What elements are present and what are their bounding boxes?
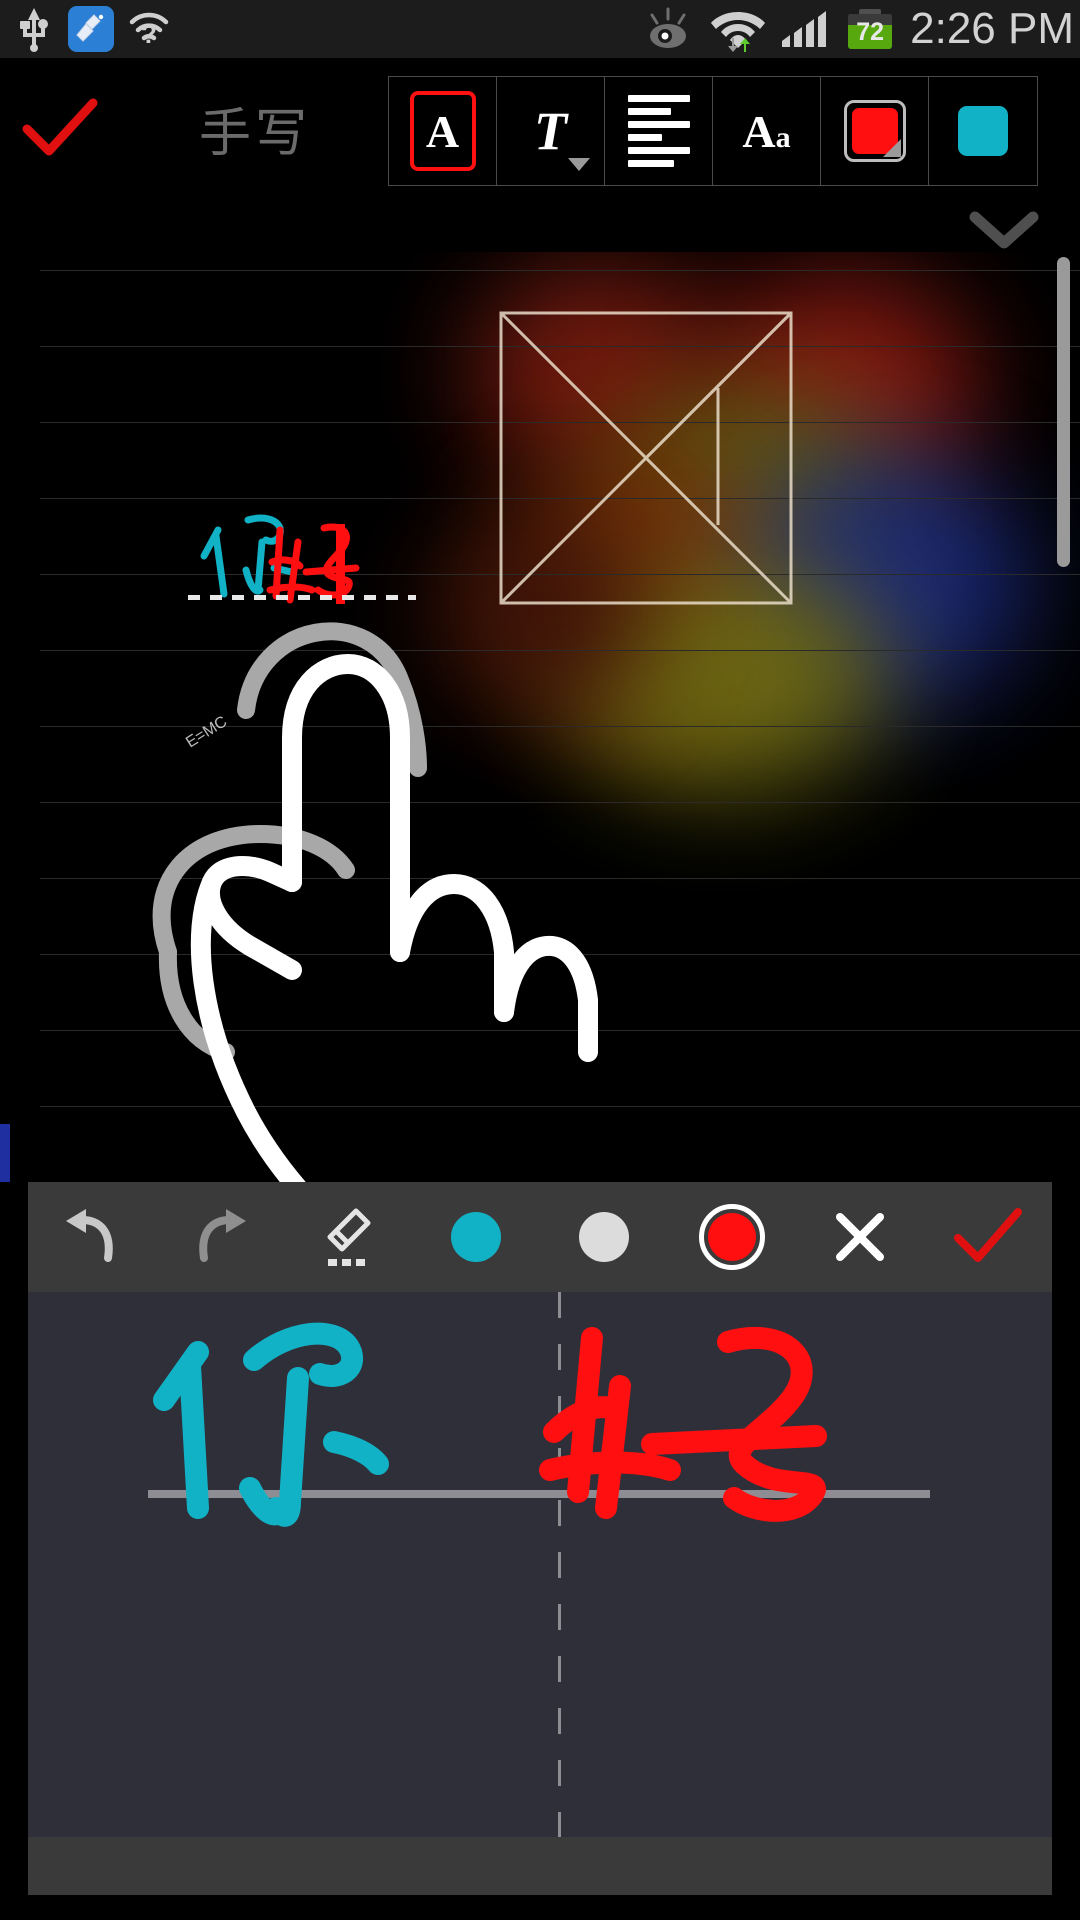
battery-icon: 72 bbox=[848, 9, 893, 49]
font-size-label: Aa bbox=[742, 105, 791, 157]
cleaner-app-icon bbox=[68, 6, 114, 52]
panel-footer bbox=[0, 1837, 1080, 1920]
usb-icon bbox=[20, 8, 48, 52]
svg-text:?: ? bbox=[141, 19, 157, 49]
eraser-button[interactable] bbox=[284, 1182, 412, 1292]
handwriting-stroke-ni bbox=[153, 1322, 389, 1527]
collapse-toolbar-button[interactable] bbox=[964, 200, 1044, 260]
panel-footer-bar bbox=[28, 1837, 1052, 1895]
confirm-button[interactable] bbox=[0, 97, 120, 159]
text-format-label: T bbox=[534, 101, 567, 161]
wifi-question-icon: ? bbox=[129, 12, 169, 49]
color-dot-icon bbox=[579, 1212, 629, 1262]
text-align-button[interactable] bbox=[605, 77, 713, 185]
text-style-label: A bbox=[409, 91, 476, 171]
handwriting-pad[interactable] bbox=[28, 1292, 1052, 1837]
tiny-annotation-text: E=MC bbox=[183, 713, 230, 751]
done-button[interactable] bbox=[924, 1182, 1052, 1292]
text-style-button[interactable]: A bbox=[389, 77, 497, 185]
page-marker bbox=[0, 1124, 10, 1182]
smart-stay-eye-icon bbox=[650, 7, 687, 48]
dropdown-corner-icon bbox=[882, 139, 901, 157]
handwriting-toolbar bbox=[28, 1182, 1052, 1292]
align-left-icon bbox=[627, 95, 690, 167]
chevron-down-icon bbox=[969, 211, 1039, 249]
hand-pointing-sketch: E=MC bbox=[152, 622, 598, 1182]
pen-color-red[interactable] bbox=[668, 1182, 796, 1292]
chevron-down-icon bbox=[568, 158, 590, 171]
redo-button[interactable] bbox=[156, 1182, 284, 1292]
handwriting-input-panel bbox=[0, 1182, 1080, 1920]
wifi-signal-icon bbox=[711, 12, 766, 52]
page-title: 手写 bbox=[198, 104, 311, 163]
eraser-icon bbox=[327, 1208, 371, 1266]
highlight-color-button[interactable] bbox=[929, 77, 1037, 185]
close-icon bbox=[836, 1213, 884, 1261]
text-color-swatch-selected bbox=[843, 100, 906, 162]
undo-icon bbox=[66, 1209, 113, 1262]
app-screen: ? 72 2:26 PM 手写 A T Aa E=MC bbox=[0, 0, 1080, 1920]
cancel-button[interactable] bbox=[796, 1182, 924, 1292]
handwriting-stroke-hao bbox=[539, 1327, 827, 1522]
status-bar-left-icons: ? bbox=[0, 6, 170, 52]
status-bar-clock: 2:26 PM bbox=[910, 4, 1074, 53]
font-size-button[interactable]: Aa bbox=[713, 77, 821, 185]
redo-icon bbox=[199, 1209, 246, 1262]
color-swatch-cyan bbox=[958, 106, 1008, 156]
top-toolbar: 手写 A T Aa bbox=[0, 58, 1080, 198]
text-format-button[interactable]: T bbox=[497, 77, 605, 185]
status-bar-right-icons: 72 2:26 PM bbox=[640, 6, 1080, 52]
status-bar: ? 72 2:26 PM bbox=[0, 0, 1080, 58]
undo-button[interactable] bbox=[28, 1182, 156, 1292]
cellular-signal-icon bbox=[782, 11, 827, 47]
pen-color-white[interactable] bbox=[540, 1182, 668, 1292]
check-icon bbox=[954, 1208, 1022, 1262]
battery-level-text: 72 bbox=[856, 17, 885, 46]
text-color-button[interactable] bbox=[821, 77, 929, 185]
note-canvas[interactable]: E=MC bbox=[0, 252, 1080, 1182]
vertical-scrollbar[interactable] bbox=[1057, 257, 1070, 567]
pen-color-cyan[interactable] bbox=[412, 1182, 540, 1292]
text-format-toolbar: A T Aa bbox=[388, 76, 1038, 186]
color-dot-icon bbox=[451, 1212, 501, 1262]
color-dot-icon-selected bbox=[699, 1204, 765, 1270]
check-icon bbox=[22, 98, 98, 156]
